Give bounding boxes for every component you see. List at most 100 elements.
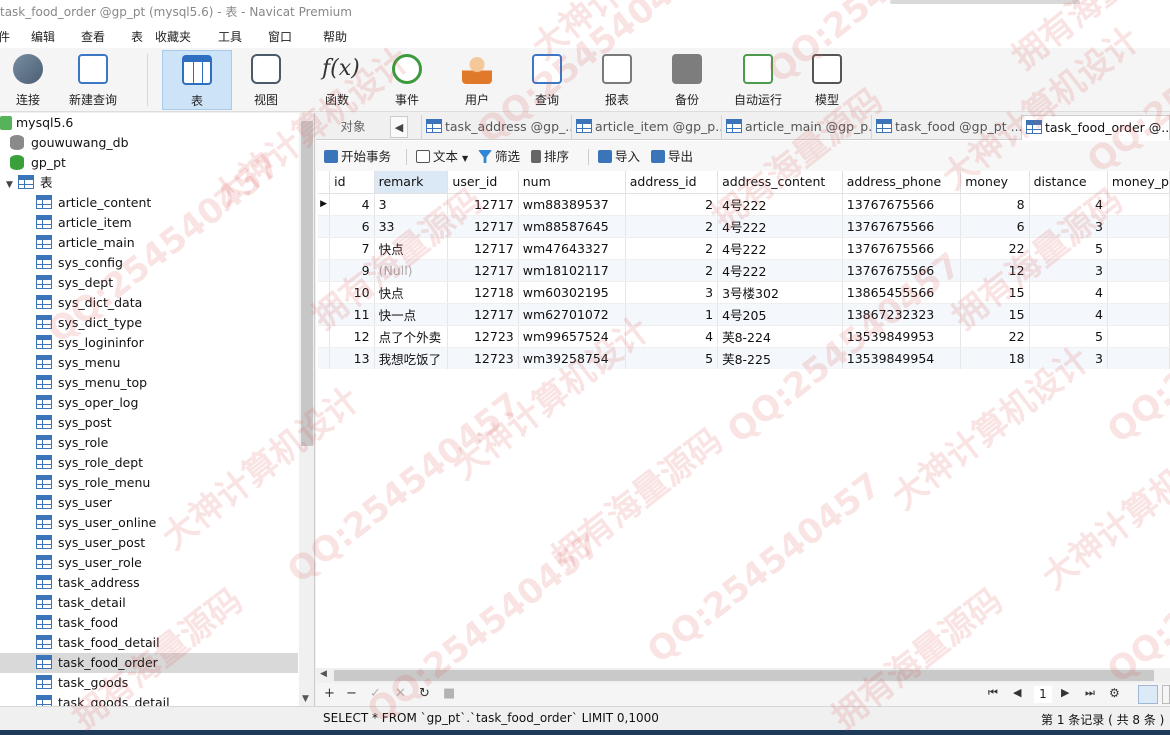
table-cell[interactable]: 12718 [447,281,519,304]
table-cell[interactable]: 3 [1029,259,1108,282]
table-cell[interactable]: 2 [625,237,719,260]
table-cell[interactable]: 4号222 [717,215,843,238]
table-cell[interactable]: 4号222 [717,237,843,260]
column-header-num[interactable]: num [518,171,626,194]
table-cell[interactable]: 点了个外卖 [374,325,449,348]
table-cell[interactable]: 5 [1029,325,1108,348]
table-cell[interactable]: 13767675566 [842,193,962,216]
new-query-button[interactable]: 新建查询 [62,50,124,110]
table-cell[interactable]: 12723 [447,325,519,348]
column-header-address-phone[interactable]: address_phone [842,171,962,194]
table-cell[interactable]: 8 [960,193,1030,216]
table-cell[interactable] [1107,325,1170,348]
table-cell[interactable]: (Null) [374,259,449,282]
table-cell[interactable]: 4 [625,325,719,348]
menu-tools[interactable]: 工具 [218,28,242,45]
table-cell[interactable]: 13767675566 [842,215,962,238]
table-cell[interactable]: 33 [374,215,449,238]
table-row[interactable]: 6 33 12717 wm88587645 2 4号222 13767675566 6 3 [318,215,1170,238]
table-cell[interactable]: 4号222 [717,259,843,282]
first-page-icon[interactable]: ⏮ [988,686,998,700]
tree-table-item[interactable]: task_food [0,613,298,633]
tab-scroll-left-icon[interactable]: ◀ [390,116,408,138]
tree-table-item[interactable]: sys_user_role [0,553,298,573]
tab-objects[interactable]: 对象 [316,115,390,140]
chevron-down-icon[interactable]: ▼ [6,175,16,195]
tree-table-item[interactable]: sys_role_dept [0,453,298,473]
tab-task-food-order[interactable]: task_food_order @... [1021,115,1170,140]
table-cell[interactable] [1107,215,1170,238]
table-cell[interactable]: 3 [1029,215,1108,238]
table-cell[interactable]: wm60302195 [518,281,626,304]
column-header-remark[interactable]: remark [374,171,449,194]
table-row[interactable]: 9 (Null) 12717 wm18102117 2 4号222 13767675566 1… [318,259,1170,282]
table-cell[interactable]: 4号205 [717,303,843,326]
menu-favorites[interactable]: 收藏夹 [155,28,191,45]
table-cell[interactable] [1107,347,1170,369]
column-header-address-id[interactable]: address_id [625,171,719,194]
table-cell[interactable]: 10 [329,281,375,304]
column-header-money[interactable]: money [960,171,1030,194]
menu-window[interactable]: 窗口 [268,28,292,45]
form-view-icon[interactable] [1162,685,1170,704]
table-cell[interactable]: wm62701072 [518,303,626,326]
refresh-icon[interactable]: ↻ [419,686,430,701]
begin-transaction-button[interactable]: 开始事务 [324,147,391,167]
view-button[interactable]: 视图 [240,50,292,110]
filter-button[interactable]: 筛选 [478,147,520,167]
table-cell[interactable]: 11 [329,303,375,326]
tab-article-main[interactable]: article_main @gp_p... [721,115,871,140]
grid-view-icon[interactable] [1138,685,1158,704]
column-header-address-content[interactable]: address_content [717,171,843,194]
table-cell[interactable]: 13 [329,347,375,369]
table-cell[interactable]: 18 [960,347,1030,369]
tree-database-gp-pt[interactable]: gp_pt [10,153,66,173]
table-cell[interactable]: 13767675566 [842,259,962,282]
tree-table-item[interactable]: sys_oper_log [0,393,298,413]
sort-button[interactable]: 排序 [531,147,569,167]
backup-button[interactable]: 备份 [660,50,714,110]
tree-table-item[interactable]: sys_dept [0,273,298,293]
table-cell[interactable]: wm39258754 [518,347,626,369]
table-cell[interactable]: 12 [960,259,1030,282]
table-cell[interactable]: 5 [625,347,719,369]
column-header-distance[interactable]: distance [1029,171,1108,194]
tab-task-food[interactable]: task_food @gp_pt ... [871,115,1021,140]
table-row[interactable]: 12 点了个外卖 12723 wm99657524 4 芙8-224 13539849953… [318,325,1170,348]
discard-changes-icon[interactable]: ✕ [395,686,406,701]
table-cell[interactable]: 6 [329,215,375,238]
tree-table-item[interactable]: sys_role_menu [0,473,298,493]
table-cell[interactable]: wm99657524 [518,325,626,348]
user-button[interactable]: 用户 [450,50,504,110]
apply-changes-icon[interactable]: ✓ [370,686,381,701]
table-cell[interactable]: 快点 [374,281,449,304]
report-button[interactable]: 报表 [590,50,644,110]
table-cell[interactable]: 4 [1029,303,1108,326]
tab-task-address[interactable]: task_address @gp_... [421,115,571,140]
table-cell[interactable]: 12717 [447,215,519,238]
table-cell[interactable] [1107,303,1170,326]
table-cell[interactable]: 13867232323 [842,303,962,326]
tree-table-item[interactable]: sys_user_post [0,533,298,553]
table-cell[interactable]: 13865455566 [842,281,962,304]
table-cell[interactable]: 芙8-225 [717,347,843,369]
export-button[interactable]: 导出 [651,147,693,167]
table-button[interactable]: 表 [162,50,232,110]
tree-table-item[interactable]: task_food_detail [0,633,298,653]
import-button[interactable]: 导入 [598,147,640,167]
table-row[interactable]: ▶ 4 3 12717 wm88389537 2 4号222 13767675566 8 4 [318,193,1170,216]
table-cell[interactable]: 2 [625,193,719,216]
table-cell[interactable]: 12717 [447,259,519,282]
table-cell[interactable]: 快点 [374,237,449,260]
table-cell[interactable]: wm47643327 [518,237,626,260]
table-cell[interactable]: wm88389537 [518,193,626,216]
stop-icon[interactable]: ■ [443,686,455,701]
table-cell[interactable]: 2 [625,259,719,282]
table-cell[interactable]: 5 [1029,237,1108,260]
table-cell[interactable]: 4号222 [717,193,843,216]
table-cell[interactable]: 4 [1029,281,1108,304]
tree-table-item[interactable]: sys_post [0,413,298,433]
table-cell[interactable]: 12717 [447,237,519,260]
tree-table-item[interactable]: sys_menu_top [0,373,298,393]
table-cell[interactable]: 12 [329,325,375,348]
